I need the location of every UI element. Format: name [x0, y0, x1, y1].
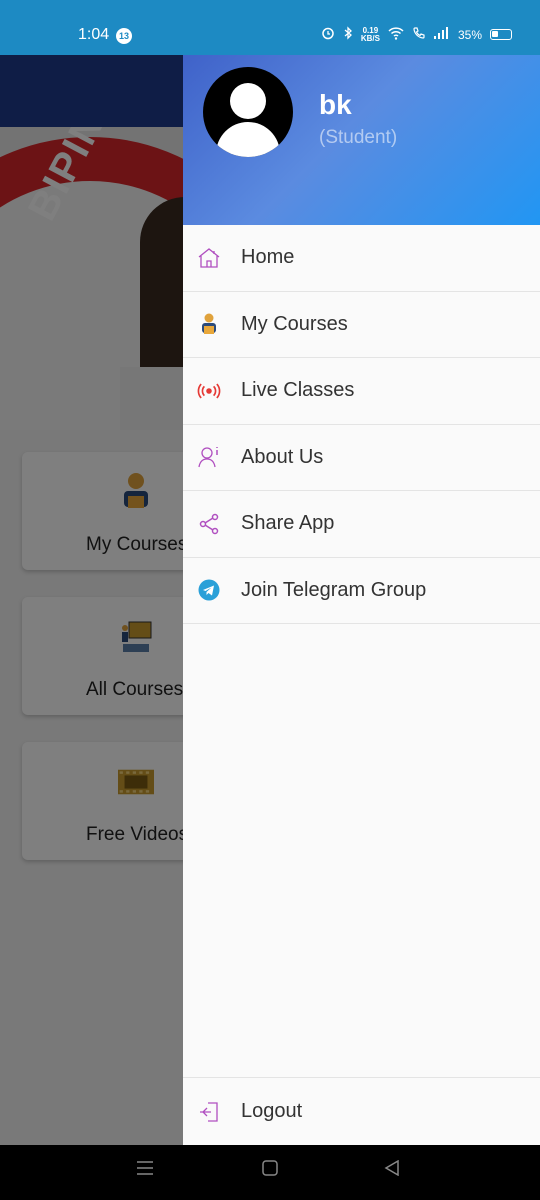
- menu-label: Live Classes: [241, 379, 355, 402]
- logout-button[interactable]: Logout: [183, 1077, 540, 1145]
- status-icons: 0.19 KB/S 35%: [321, 26, 512, 43]
- menu-label: My Courses: [241, 312, 348, 335]
- bluetooth-icon: [343, 26, 353, 43]
- back-nav-icon[interactable]: [384, 1159, 400, 1182]
- info-person-icon: [197, 445, 221, 469]
- wifi-call-icon: [412, 26, 426, 43]
- student-icon: [197, 312, 221, 336]
- avatar-body: [216, 122, 280, 157]
- drawer-menu: Home My Courses Live Classes About Us Sh…: [183, 225, 540, 624]
- menu-item-my-courses[interactable]: My Courses: [183, 292, 540, 358]
- menu-item-share-app[interactable]: Share App: [183, 491, 540, 558]
- signal-icon: [433, 27, 450, 42]
- broadcast-icon: [197, 379, 221, 403]
- battery-icon: [490, 29, 512, 40]
- system-nav-bar: [0, 1145, 540, 1200]
- menu-label: About Us: [241, 445, 324, 468]
- menu-label: Join Telegram Group: [241, 578, 427, 601]
- net-speed: 0.19 KB/S: [360, 26, 380, 43]
- menu-item-about-us[interactable]: About Us: [183, 425, 540, 491]
- navigation-drawer: bk (Student) Home My Courses Live Classe…: [183, 55, 540, 1145]
- user-name: bk: [319, 89, 352, 120]
- menu-nav-icon[interactable]: [136, 1159, 154, 1182]
- notification-badge: 13: [116, 28, 132, 44]
- logout-label: Logout: [241, 1100, 303, 1122]
- net-speed-unit: KB/S: [360, 33, 380, 43]
- home-nav-icon[interactable]: [262, 1159, 278, 1182]
- avatar-head: [230, 83, 266, 119]
- alarm-icon: [321, 26, 335, 43]
- status-time: 1:04: [78, 26, 110, 43]
- avatar[interactable]: [203, 67, 293, 157]
- menu-label: Share App: [241, 512, 335, 535]
- menu-item-live-classes[interactable]: Live Classes: [183, 358, 540, 425]
- status-bar: 1:04 13 0.19 KB/S 35%: [0, 0, 540, 55]
- menu-item-join-telegram[interactable]: Join Telegram Group: [183, 558, 540, 624]
- share-icon: [197, 512, 221, 536]
- battery-percent: 35%: [457, 27, 482, 42]
- wifi-icon: [388, 26, 404, 43]
- logout-icon: [197, 1100, 221, 1124]
- menu-label: Home: [241, 246, 295, 269]
- menu-item-home[interactable]: Home: [183, 225, 540, 292]
- home-icon: [197, 246, 221, 270]
- user-role: (Student): [319, 127, 398, 148]
- drawer-header: bk (Student): [183, 55, 540, 225]
- telegram-icon: [197, 578, 221, 602]
